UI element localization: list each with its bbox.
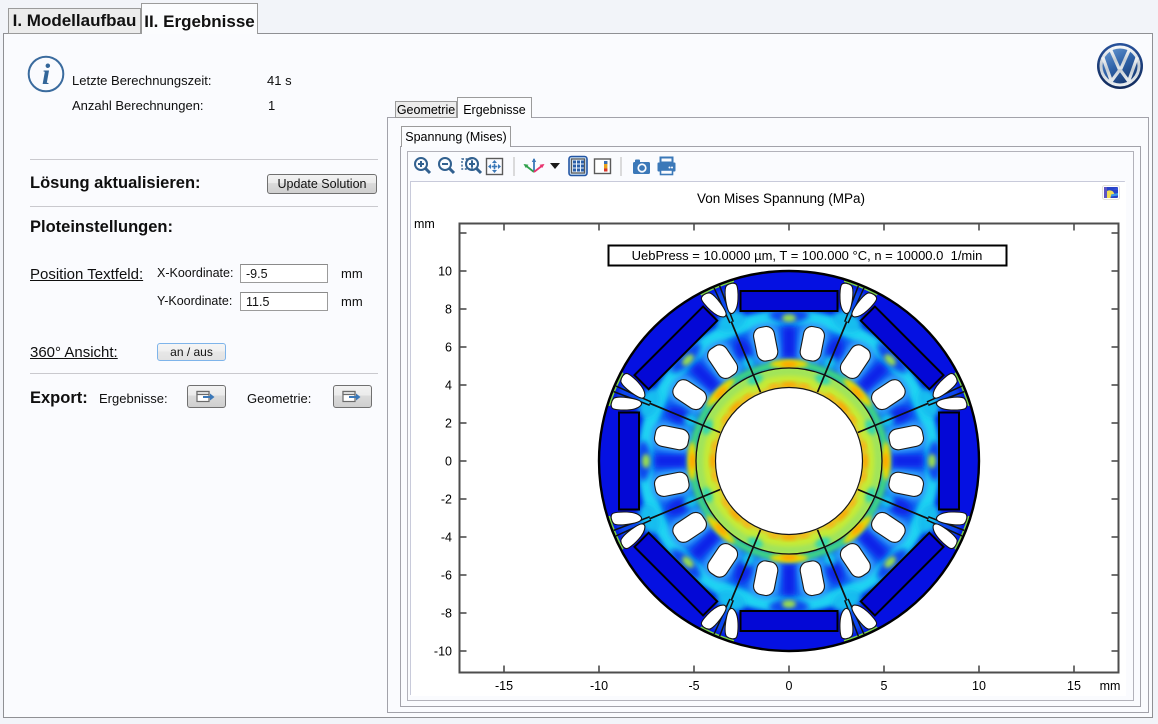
svg-text:2: 2 <box>445 417 452 431</box>
svg-text:5: 5 <box>881 679 888 693</box>
svg-text:-2: -2 <box>441 493 452 507</box>
svg-text:-5: -5 <box>688 679 699 693</box>
svg-text:15: 15 <box>1067 679 1081 693</box>
svg-text:-8: -8 <box>441 607 452 621</box>
svg-text:-6: -6 <box>441 569 452 583</box>
svg-text:10: 10 <box>438 265 452 279</box>
svg-text:10: 10 <box>972 679 986 693</box>
svg-text:4: 4 <box>445 379 452 393</box>
svg-text:mm: mm <box>1100 679 1121 693</box>
svg-text:UebPress = 10.0000 µm, T = 100: UebPress = 10.0000 µm, T = 100.000 °C, n… <box>632 248 983 263</box>
svg-text:6: 6 <box>445 341 452 355</box>
svg-text:mm: mm <box>414 217 435 231</box>
svg-text:i: i <box>42 58 51 91</box>
svg-text:-10: -10 <box>590 679 608 693</box>
svg-text:-10: -10 <box>434 645 452 659</box>
svg-text:Von Mises Spannung (MPa): Von Mises Spannung (MPa) <box>697 191 865 206</box>
svg-text:0: 0 <box>445 455 452 469</box>
svg-text:8: 8 <box>445 303 452 317</box>
svg-text:0: 0 <box>786 679 793 693</box>
svg-text:-15: -15 <box>495 679 513 693</box>
svg-text:-4: -4 <box>441 531 452 545</box>
